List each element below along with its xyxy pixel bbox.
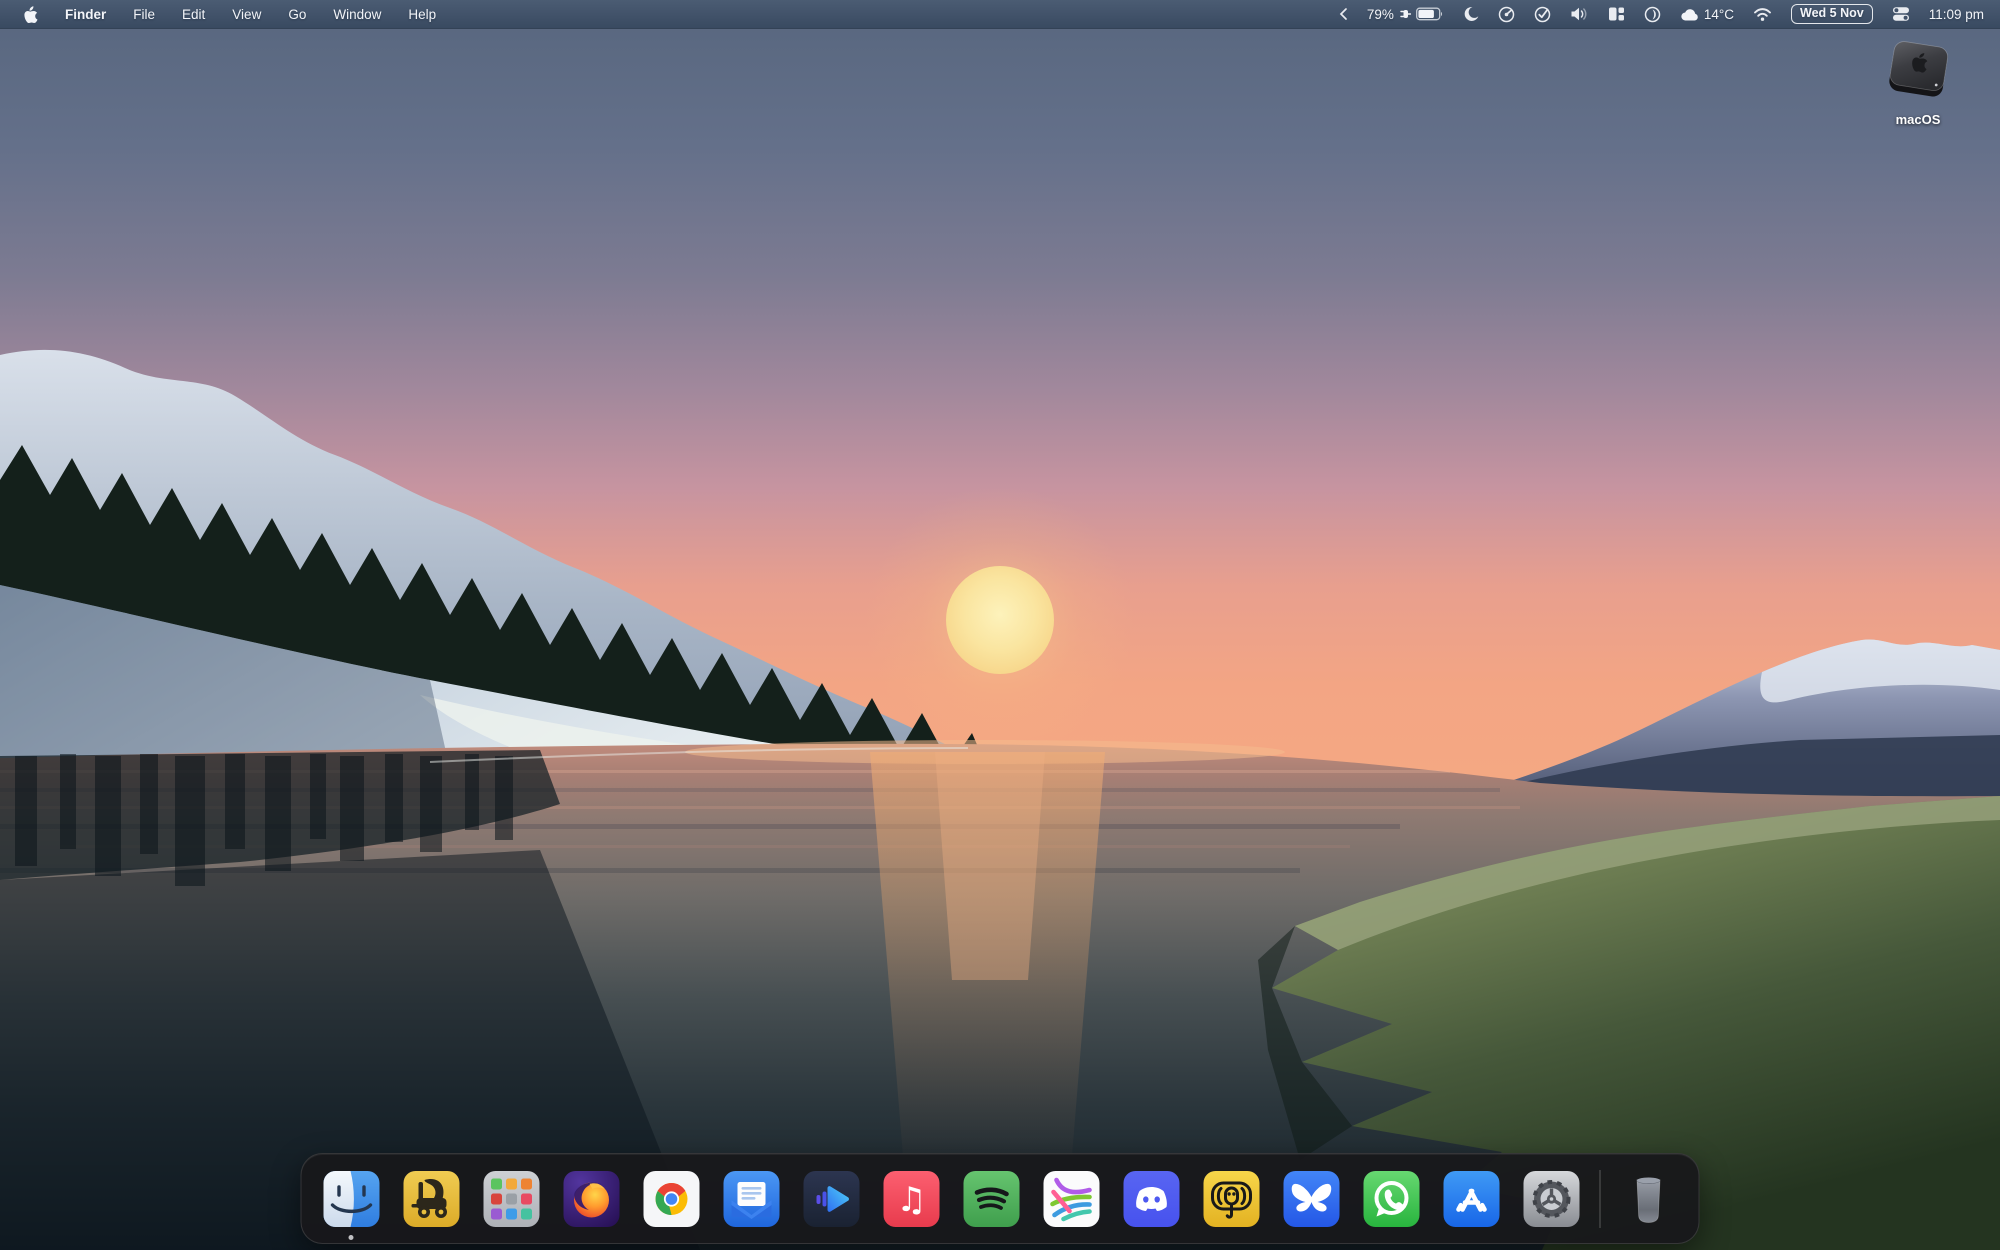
- dock-launchpad-icon[interactable]: [484, 1171, 540, 1227]
- menu-item-window[interactable]: Window: [333, 7, 381, 22]
- menu-item-help[interactable]: Help: [408, 7, 436, 22]
- wifi-icon[interactable]: [1753, 7, 1772, 22]
- menu-item-view[interactable]: View: [232, 7, 261, 22]
- svg-text:♫: ♫: [896, 1180, 926, 1220]
- temperature-label: 14°C: [1704, 7, 1734, 22]
- menu-item-finder[interactable]: Finder: [65, 7, 106, 22]
- desktop-wallpaper: [0, 0, 2000, 1250]
- window-tiles-icon[interactable]: [1608, 6, 1625, 22]
- battery-percent: 79%: [1367, 7, 1394, 22]
- volume-icon[interactable]: [1570, 6, 1589, 22]
- apple-menu-icon[interactable]: [24, 6, 38, 23]
- weather-status[interactable]: 14°C: [1680, 7, 1734, 22]
- dock: ♫: [301, 1153, 1700, 1244]
- hard-drive-icon: [1875, 34, 1961, 110]
- macos-desktop: { "menubar": { "apple_icon": "apple-logo…: [0, 0, 2000, 1250]
- battery-status[interactable]: 79%: [1367, 7, 1444, 22]
- dock-elephant-chat-icon[interactable]: [1204, 1171, 1260, 1227]
- dock-spotify-icon[interactable]: [964, 1171, 1020, 1227]
- dock-whatsapp-icon[interactable]: [1364, 1171, 1420, 1227]
- desktop-drive-macos[interactable]: macOS: [1862, 34, 1974, 127]
- dock-system-settings-icon[interactable]: [1524, 1171, 1580, 1227]
- menu-bar: Finder File Edit View Go Window Help 79%: [0, 0, 2000, 29]
- power-plug-icon: [1399, 7, 1411, 21]
- clock-label[interactable]: 11:09 pm: [1929, 7, 1984, 22]
- menu-bar-left: Finder File Edit View Go Window Help: [0, 6, 436, 23]
- dock-forklift-icon[interactable]: [404, 1171, 460, 1227]
- checkmark-circle-icon[interactable]: [1534, 6, 1551, 23]
- control-center-icon[interactable]: [1892, 6, 1910, 22]
- dock-firefox-icon[interactable]: [564, 1171, 620, 1227]
- dock-trash-icon[interactable]: [1621, 1171, 1677, 1227]
- menu-item-file[interactable]: File: [133, 7, 155, 22]
- dock-discord-icon[interactable]: [1124, 1171, 1180, 1227]
- gauge-icon[interactable]: [1498, 6, 1515, 23]
- dock-chrome-icon[interactable]: [644, 1171, 700, 1227]
- battery-icon: [1416, 7, 1444, 21]
- dock-media-player-icon[interactable]: [804, 1171, 860, 1227]
- focus-moon-icon[interactable]: [1463, 6, 1479, 22]
- dock-bluesky-icon[interactable]: [1284, 1171, 1340, 1227]
- date-badge[interactable]: Wed 5 Nov: [1791, 4, 1873, 24]
- dock-apple-music-icon[interactable]: ♫: [884, 1171, 940, 1227]
- finder-running-indicator: [349, 1235, 354, 1240]
- appearance-circle-icon[interactable]: [1644, 6, 1661, 23]
- dock-finder-icon[interactable]: [324, 1171, 380, 1227]
- dock-mail-icon[interactable]: [724, 1171, 780, 1227]
- dock-divider: [1600, 1170, 1601, 1228]
- drive-label: macOS: [1896, 112, 1941, 127]
- dock-app-store-icon[interactable]: [1444, 1171, 1500, 1227]
- menu-item-go[interactable]: Go: [288, 7, 306, 22]
- menu-item-edit[interactable]: Edit: [182, 7, 205, 22]
- weather-cloud-icon: [1680, 7, 1699, 22]
- menu-bar-status: 79%: [1338, 4, 2000, 24]
- chevron-collapse-icon[interactable]: [1338, 7, 1348, 21]
- dock-route-lines-icon[interactable]: [1044, 1171, 1100, 1227]
